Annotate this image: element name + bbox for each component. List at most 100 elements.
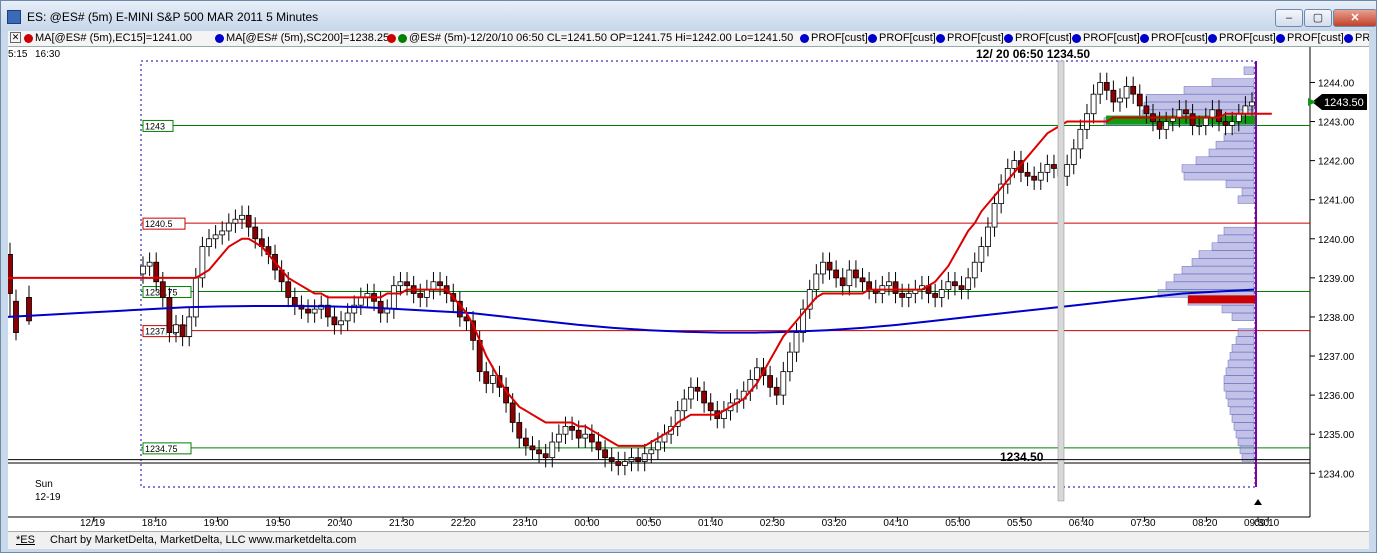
close-button[interactable]: ✕ (1333, 9, 1377, 27)
candle-body (767, 375, 774, 388)
indicator-item[interactable]: PROF[cust] (1208, 32, 1276, 44)
profile-bar (1233, 125, 1255, 134)
app-icon (7, 10, 21, 24)
level-label: 1240.5 (145, 219, 173, 229)
candle-body (173, 324, 179, 333)
close-icon[interactable]: ✕ (10, 32, 21, 43)
candle-body (1249, 101, 1255, 107)
candle-body (694, 386, 701, 392)
x-tick-label: 08:20 (1192, 518, 1217, 529)
profile-bar (1227, 398, 1255, 407)
indicator-dot-icon (1208, 33, 1217, 43)
candle-body (1123, 85, 1130, 99)
indicator-item[interactable]: MA[@ES# (5m),SC200]=1238.25 (215, 32, 389, 44)
indicator-item[interactable]: PROF[cust] (1276, 32, 1344, 44)
x-tick-label: 05:00 (945, 518, 970, 529)
indicator-dot-icon (1140, 33, 1149, 43)
indicator-item[interactable]: PROF[cust] (1140, 32, 1208, 44)
candle-body (1229, 121, 1236, 126)
candle-body (404, 281, 410, 287)
candle-body (212, 234, 219, 240)
indicator-label: MA[@ES# (5m),EC15]=1241.00 (35, 32, 192, 44)
indicator-item[interactable]: PROF[cust] (800, 32, 868, 44)
candle-body (905, 293, 912, 298)
price-marker-icon (1308, 97, 1316, 106)
candle-body (338, 320, 344, 326)
status-bar: *ES Chart by MarketDelta, MarketDelta, L… (8, 531, 1369, 549)
profile-bar (1241, 453, 1255, 462)
indicator-label: PROF[cust] (1219, 32, 1276, 44)
y-tick-label: 1237.00 (1318, 352, 1355, 363)
candle-body (219, 230, 226, 236)
indicator-dot-icon (1344, 33, 1353, 43)
candle-body (826, 261, 833, 271)
indicator-dot-icon (1276, 33, 1285, 43)
status-symbol[interactable]: *ES (16, 534, 35, 546)
profile-bar (1208, 148, 1255, 157)
profile-bar (1229, 406, 1255, 415)
header-time-label: 16:30 (35, 49, 60, 60)
candle-body (1136, 93, 1143, 107)
profile-bar (1198, 250, 1255, 259)
candle-body (687, 386, 694, 400)
candle-body (569, 425, 575, 431)
x-tick-label: 19:50 (265, 518, 290, 529)
x-tick-label: 00:00 (574, 518, 599, 529)
chart-area[interactable]: 1234.00 1235.00 1236.00 1237.00 1238.00 1239.… (7, 47, 1369, 531)
candle-body (1156, 121, 1163, 130)
x-tick-label: 03:20 (822, 518, 847, 529)
indicator-item[interactable]: MA[@ES# (5m),EC15]=1241.00 (24, 32, 192, 44)
candle-body (1189, 113, 1196, 126)
profile-bar (1223, 375, 1255, 384)
candle-body (773, 386, 780, 396)
candle-body (899, 293, 906, 298)
candle-body (344, 312, 351, 322)
candle-body (793, 332, 800, 353)
indicator-item[interactable]: PROF[cust] (936, 32, 1004, 44)
indicator-label: MA[@ES# (5m),SC200]=1238.25 (226, 32, 390, 44)
candle-body (509, 402, 516, 423)
candle-body (1209, 109, 1216, 119)
indicator-item[interactable]: PROF[cust] (1072, 32, 1140, 44)
candle-body (192, 277, 199, 318)
candle-body (489, 375, 496, 384)
minimize-button[interactable]: ‒ (1275, 9, 1303, 27)
candle-body (1235, 113, 1242, 122)
candle-body (522, 437, 529, 447)
candle-body (555, 433, 562, 443)
price-chart[interactable]: 1234.00 1235.00 1236.00 1237.00 1238.00 1239.… (7, 47, 1369, 531)
candle-body (945, 281, 952, 290)
candle-body (536, 449, 542, 455)
candle-body (390, 285, 397, 310)
x-tick-label: 02:30 (760, 518, 785, 529)
profile-bar (1231, 344, 1255, 353)
profile-bar (1181, 265, 1255, 275)
y-tick-label: 1240.00 (1318, 235, 1355, 246)
candle-body (866, 281, 873, 290)
candle-body (437, 281, 443, 287)
candle-body (285, 281, 292, 298)
profile-bar (1235, 430, 1255, 439)
x-tick-label: 07:30 (1131, 518, 1156, 529)
maximize-button[interactable]: ▢ (1304, 9, 1332, 27)
profile-bar (1237, 437, 1255, 447)
candle-body (787, 351, 793, 373)
indicator-item[interactable]: PROF[cust] (868, 32, 936, 44)
indicator-item[interactable]: @ES# (5m)-12/20/10 06:50 CL=1241.50 OP=1… (387, 32, 793, 44)
candle-body (1242, 105, 1249, 115)
profile-bar (1183, 86, 1255, 95)
candle-body (232, 218, 239, 224)
app-window: ES: @ES# (5m) E-MINI S&P 500 MAR 2011 5 … (0, 0, 1377, 553)
profile-bar (1233, 422, 1255, 431)
candle-body (1051, 164, 1057, 169)
profile-bar (1223, 133, 1255, 142)
indicator-item[interactable]: PROF[cust] (1344, 32, 1369, 44)
candle-body (239, 214, 245, 220)
y-tick-label: 1234.00 (1318, 469, 1355, 480)
indicator-item[interactable]: PROF[cust] (1004, 32, 1072, 44)
candle-body (305, 308, 311, 314)
x-tick-label: 22:20 (451, 518, 476, 529)
title-bar[interactable]: ES: @ES# (5m) E-MINI S&P 500 MAR 2011 5 … (1, 1, 1377, 31)
candle-body (357, 297, 364, 306)
candle-body (549, 441, 556, 459)
